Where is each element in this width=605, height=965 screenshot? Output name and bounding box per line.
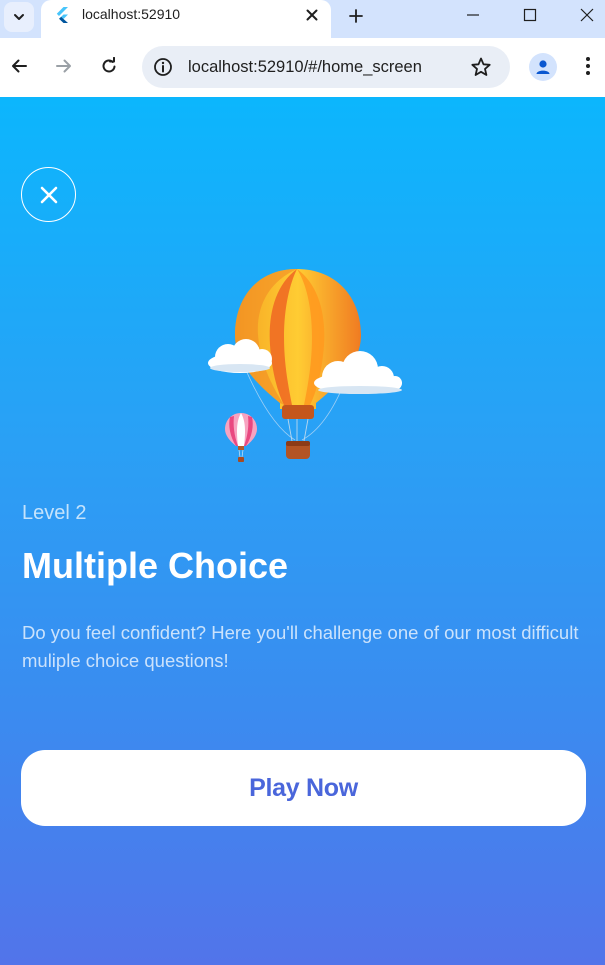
forward-button[interactable] <box>52 54 76 78</box>
reload-icon <box>102 57 116 73</box>
back-button[interactable] <box>7 54 31 78</box>
person-icon <box>536 60 550 74</box>
maximize-button[interactable] <box>506 0 554 30</box>
play-now-button[interactable]: Play Now <box>21 750 586 826</box>
chevron-down-icon <box>14 14 24 20</box>
browser-tab[interactable]: localhost:52910 <box>41 0 331 38</box>
description-text: Do you feel confident? Here you'll chall… <box>22 622 579 671</box>
app-viewport: Level 2 Multiple Choice Do you feel conf… <box>0 97 605 965</box>
star-icon[interactable] <box>470 56 492 78</box>
info-icon[interactable] <box>153 57 173 77</box>
kebab-menu-icon <box>586 57 590 75</box>
reload-button[interactable] <box>97 54 121 78</box>
flutter-icon <box>56 7 68 23</box>
browser-tab-bar: localhost:52910 <box>0 0 605 38</box>
minimize-icon <box>467 14 479 16</box>
app-close-button[interactable] <box>21 167 76 222</box>
tab-search-button[interactable] <box>4 2 34 32</box>
maximize-icon <box>523 8 537 22</box>
address-url[interactable]: localhost:52910/#/home_screen <box>188 57 422 77</box>
profile-button[interactable] <box>529 53 557 81</box>
close-icon <box>306 9 318 21</box>
hot-air-balloons-illustration <box>208 269 402 462</box>
level-label: Level 2 <box>22 502 87 524</box>
address-bar[interactable]: localhost:52910/#/home_screen <box>142 46 510 88</box>
close-icon <box>40 186 57 203</box>
window-close-button[interactable] <box>563 0 605 30</box>
tab-close-button[interactable] <box>303 6 321 24</box>
new-tab-button[interactable] <box>344 4 368 28</box>
close-icon <box>580 8 594 22</box>
play-now-label: Play Now <box>249 773 358 802</box>
browser-toolbar: localhost:52910/#/home_screen <box>0 38 605 97</box>
tab-title: localhost:52910 <box>82 6 181 22</box>
browser-menu-button[interactable] <box>578 54 598 78</box>
arrow-left-icon <box>12 59 27 73</box>
arrow-right-icon <box>56 59 71 73</box>
plus-icon <box>349 9 363 23</box>
minimize-button[interactable] <box>449 0 497 30</box>
page-title: Multiple Choice <box>22 545 289 586</box>
